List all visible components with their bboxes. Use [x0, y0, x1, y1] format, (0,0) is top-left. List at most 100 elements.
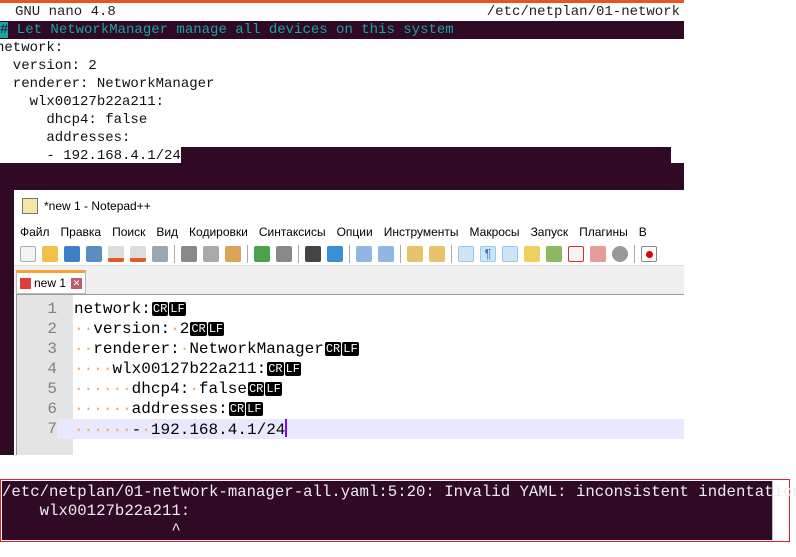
- paste-icon[interactable]: [225, 245, 241, 262]
- tab-label: new 1: [34, 276, 67, 290]
- eol-marker: LF: [246, 402, 263, 416]
- line-text: ······-·192.168.4.1/24: [74, 419, 288, 439]
- menu-search[interactable]: Поиск: [112, 225, 145, 239]
- toolbar-separator: [349, 244, 350, 263]
- zoom-out-icon[interactable]: [378, 245, 394, 262]
- menu-edit[interactable]: Правка: [61, 225, 102, 239]
- menu-window[interactable]: В: [639, 225, 647, 239]
- editor-line[interactable]: 6 ······addresses: CR LF: [17, 399, 684, 419]
- sync-horizontal-icon[interactable]: [429, 245, 445, 262]
- indent-guide-icon[interactable]: [502, 245, 518, 262]
- line-number: 2: [47, 320, 57, 338]
- editor-line[interactable]: 3 ··renderer:·NetworkManager CR LF: [17, 339, 684, 359]
- redo-icon[interactable]: [276, 245, 292, 262]
- space-marker: ·: [112, 380, 123, 398]
- line-text: ······addresses: CR LF: [74, 400, 263, 418]
- menu-file[interactable]: Файл: [20, 225, 50, 239]
- folder-workspace-icon[interactable]: [590, 245, 606, 262]
- open-file-icon[interactable]: [42, 245, 58, 262]
- editor-line[interactable]: 7 ······-·192.168.4.1/24: [17, 419, 684, 439]
- menu-encoding[interactable]: Кодировки: [189, 225, 248, 239]
- error-context-line: wlx00127b22a211:: [2, 502, 191, 520]
- monitoring-icon[interactable]: [612, 245, 628, 262]
- zoom-in-icon[interactable]: [356, 245, 372, 262]
- tab-close-icon[interactable]: ✕: [71, 277, 83, 289]
- nano-line[interactable]: wlx00127b22a211:: [0, 93, 684, 111]
- space-marker: ·: [74, 380, 84, 398]
- find-icon[interactable]: [305, 245, 321, 262]
- nano-line[interactable]: renderer: NetworkManager: [0, 75, 684, 93]
- record-macro-icon[interactable]: [641, 245, 657, 262]
- space-marker: ·: [93, 421, 103, 439]
- nano-line[interactable]: dhcp4: false: [0, 111, 684, 129]
- nano-line[interactable]: version: 2: [0, 57, 684, 75]
- eol-marker: CR: [267, 362, 284, 376]
- close-icon[interactable]: [108, 245, 124, 262]
- menu-settings[interactable]: Опции: [337, 225, 373, 239]
- tab-new-1[interactable]: new 1 ✕: [16, 270, 86, 294]
- menu-tools[interactable]: Инструменты: [384, 225, 459, 239]
- menu-macro[interactable]: Макросы: [470, 225, 520, 239]
- space-marker: ·: [83, 421, 94, 439]
- eol-marker: CR: [228, 402, 246, 416]
- space-marker: ·: [102, 400, 113, 418]
- line-text: ··renderer:·NetworkManager CR LF: [74, 340, 359, 358]
- notepadpp-area: *new 1 - Notepad++ Файл Правка Поиск Вид…: [0, 190, 684, 455]
- nano-line[interactable]: network:: [0, 39, 684, 57]
- toolbar-separator: [400, 244, 401, 263]
- space-marker: ·: [74, 320, 84, 338]
- close-all-icon[interactable]: [130, 245, 146, 262]
- space-marker: ·: [83, 340, 94, 358]
- editor-line[interactable]: 1 network: CR LF: [17, 299, 684, 319]
- line-text: ··version:·2 CR LF: [74, 320, 225, 338]
- eol-marker: CR: [247, 382, 265, 396]
- line-number: 4: [47, 360, 57, 378]
- new-file-icon[interactable]: [20, 245, 36, 262]
- sync-vertical-icon[interactable]: [407, 245, 423, 262]
- save-icon[interactable]: [64, 245, 80, 262]
- editor-line[interactable]: 5 ······dhcp4:·false CR LF: [17, 379, 684, 399]
- print-icon[interactable]: [152, 245, 168, 262]
- nano-version: GNU nano 4.8: [15, 4, 116, 20]
- space-marker: ·: [74, 360, 84, 378]
- copy-icon[interactable]: [203, 245, 219, 262]
- function-list-icon[interactable]: [568, 245, 584, 262]
- space-marker: ·: [122, 400, 132, 418]
- line-text: ······dhcp4:·false CR LF: [74, 380, 282, 398]
- menu-bar: Файл Правка Поиск Вид Кодировки Синтакси…: [14, 222, 684, 242]
- line-number: 5: [47, 380, 57, 398]
- text-cursor: [285, 419, 288, 437]
- terminal-error: /etc/netplan/01-network-manager-all.yaml…: [2, 481, 796, 540]
- nano-filename: /etc/netplan/01-network: [486, 4, 680, 20]
- cut-icon[interactable]: [181, 245, 197, 262]
- menu-language[interactable]: Синтаксисы: [259, 225, 326, 239]
- line-text: network: CR LF: [74, 300, 186, 318]
- save-all-icon[interactable]: [86, 245, 102, 262]
- nano-line[interactable]: addresses:: [0, 129, 684, 147]
- notepadpp-logo-icon: [22, 198, 38, 214]
- nano-comment-line[interactable]: # Let NetworkManager manage all devices …: [0, 21, 684, 39]
- toolbar-separator: [247, 244, 248, 263]
- editor-line[interactable]: 2 ··version:·2 CR LF: [17, 319, 684, 339]
- menu-run[interactable]: Запуск: [531, 225, 569, 239]
- eol-marker: LF: [265, 382, 282, 396]
- eol-marker: LF: [169, 302, 186, 316]
- undo-icon[interactable]: [254, 245, 270, 262]
- word-wrap-icon[interactable]: [458, 245, 474, 262]
- space-marker: ·: [179, 340, 190, 358]
- space-marker: ·: [102, 360, 113, 378]
- menu-plugins[interactable]: Плагины: [579, 225, 628, 239]
- space-marker: ·: [83, 320, 94, 338]
- doc-map-icon[interactable]: [546, 245, 562, 262]
- space-marker: ·: [189, 380, 199, 398]
- show-all-chars-icon[interactable]: ¶: [480, 245, 496, 262]
- eol-marker: CR: [324, 342, 342, 356]
- replace-icon[interactable]: [327, 245, 343, 262]
- text-editor[interactable]: 1 network: CR LF 2 ··version:·2 CR LF 3 ··rendere…: [16, 294, 684, 455]
- eol-marker: CR: [151, 302, 169, 316]
- editor-line[interactable]: 4 ····wlx00127b22a211: CR LF: [17, 359, 684, 379]
- udl-icon[interactable]: [524, 245, 540, 262]
- menu-view[interactable]: Вид: [156, 225, 178, 239]
- nano-line-text: - 192.168.4.1/24: [0, 148, 181, 164]
- space-marker: ·: [74, 400, 84, 418]
